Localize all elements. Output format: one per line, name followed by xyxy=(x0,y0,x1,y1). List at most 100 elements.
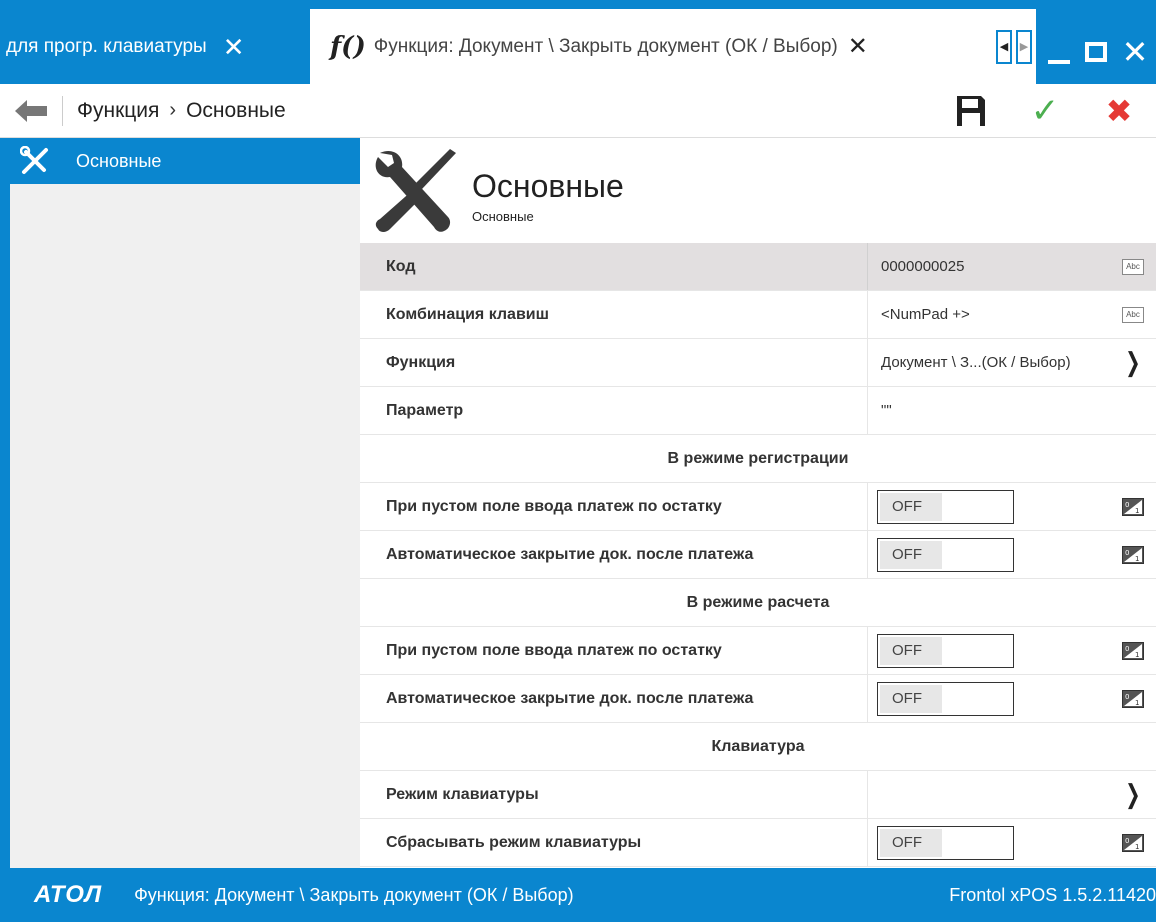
tab-keyboard[interactable]: для прогр. клавиатуры ✕ xyxy=(0,9,310,84)
row-function[interactable]: Функция Документ \ З...(ОК / Выбор) ❯ xyxy=(360,339,1156,387)
sidebar: Основные xyxy=(10,138,360,868)
row-divider xyxy=(867,675,868,722)
svg-text:0: 0 xyxy=(1125,645,1129,653)
toggle-type-icon: 01 xyxy=(1122,833,1144,852)
toolbar-divider xyxy=(62,95,63,126)
row-hotkey-value: <NumPad +> xyxy=(881,306,970,323)
row-divider xyxy=(867,243,868,290)
row-pay-auto-close-label: Автоматическое закрытие док. после плате… xyxy=(386,689,754,707)
row-param[interactable]: Параметр "" xyxy=(360,387,1156,435)
svg-text:1: 1 xyxy=(1135,699,1139,707)
toggle-type-icon: 01 xyxy=(1122,497,1144,516)
ok-button[interactable]: ✓ xyxy=(1008,84,1082,138)
row-hotkey[interactable]: Комбинация клавиш <NumPad +> Abc xyxy=(360,291,1156,339)
row-keyboard-mode[interactable]: Режим клавиатуры ❯ xyxy=(360,771,1156,819)
page-subtitle: Основные xyxy=(472,208,534,224)
tools-icon xyxy=(375,148,456,232)
toggle-type-icon: 01 xyxy=(1122,689,1144,708)
row-reg-empty-input: При пустом поле ввода платеж по остатку … xyxy=(360,483,1156,531)
section-payment-title: В режиме расчета xyxy=(360,579,1156,627)
row-divider xyxy=(867,339,868,386)
toggle-state: OFF xyxy=(880,540,942,569)
toggle-state: OFF xyxy=(880,492,942,521)
tab-keyboard-close-icon[interactable]: ✕ xyxy=(223,34,245,60)
floppy-disk-icon xyxy=(957,96,985,126)
svg-text:0: 0 xyxy=(1125,693,1129,701)
svg-text:0: 0 xyxy=(1125,501,1129,509)
cancel-button[interactable]: ✖ xyxy=(1082,84,1156,138)
chevron-right-icon[interactable]: ❯ xyxy=(1125,347,1140,378)
back-arrow-icon xyxy=(15,99,47,122)
toolbar-actions: ✓ ✖ xyxy=(934,84,1156,138)
row-pay-auto-close: Автоматическое закрытие док. после плате… xyxy=(360,675,1156,723)
main-panel: Основные Основные Код 0000000025 Abc Ком… xyxy=(360,138,1156,868)
row-code[interactable]: Код 0000000025 Abc xyxy=(360,243,1156,291)
row-divider xyxy=(867,627,868,674)
svg-text:0: 0 xyxy=(1125,549,1129,557)
svg-text:1: 1 xyxy=(1135,651,1139,659)
close-window-icon[interactable]: ✕ xyxy=(1122,36,1149,68)
toggle-type-icon: 01 xyxy=(1122,545,1144,564)
text-type-icon: Abc xyxy=(1122,258,1144,275)
atol-logo: АТОЛ xyxy=(34,881,103,908)
minimize-icon[interactable] xyxy=(1047,60,1070,64)
toggle-type-icon: 01 xyxy=(1122,641,1144,660)
toggle-state: OFF xyxy=(880,828,942,857)
toggle-state: OFF xyxy=(880,636,942,665)
toolbar: Функция › Основные ✓ ✖ xyxy=(0,84,1156,138)
save-button[interactable] xyxy=(934,84,1008,138)
toggle-pay-auto-close[interactable]: OFF xyxy=(877,681,1014,716)
chevron-right-icon[interactable]: ❯ xyxy=(1125,779,1140,810)
title-bar: для прогр. клавиатуры ✕ f() Функция: Док… xyxy=(0,0,1156,84)
app-version: Frontol xPOS 1.5.2.11420 xyxy=(949,884,1156,905)
row-keyboard-reset: Сбрасывать режим клавиатуры OFF 01 xyxy=(360,819,1156,867)
svg-text:1: 1 xyxy=(1135,555,1139,563)
breadcrumb-current: Основные xyxy=(186,98,286,122)
breadcrumb-chevron-icon: › xyxy=(169,99,177,121)
toggle-keyboard-reset[interactable]: OFF xyxy=(877,825,1014,860)
row-code-label: Код xyxy=(386,257,416,275)
row-pay-empty-input-label: При пустом поле ввода платеж по остатку xyxy=(386,641,722,659)
toggle-reg-auto-close[interactable]: OFF xyxy=(877,537,1014,572)
toggle-pay-empty-input[interactable]: OFF xyxy=(877,633,1014,668)
tab-keyboard-label: для прогр. клавиатуры xyxy=(6,35,207,57)
row-reg-auto-close-label: Автоматическое закрытие док. после плате… xyxy=(386,545,754,563)
row-divider xyxy=(867,483,868,530)
row-divider xyxy=(867,819,868,866)
row-keyboard-reset-label: Сбрасывать режим клавиатуры xyxy=(386,833,642,851)
toggle-reg-empty-input[interactable]: OFF xyxy=(877,489,1014,524)
row-function-value: Документ \ З...(ОК / Выбор) xyxy=(881,354,1071,371)
breadcrumb-root[interactable]: Функция xyxy=(77,99,159,123)
sidebar-item-main[interactable]: Основные xyxy=(10,138,360,184)
row-keyboard-mode-label: Режим клавиатуры xyxy=(386,785,539,803)
row-pay-empty-input: При пустом поле ввода платеж по остатку … xyxy=(360,627,1156,675)
svg-text:1: 1 xyxy=(1135,507,1139,515)
tab-scroll-right-icon[interactable]: ▶ xyxy=(1016,29,1032,64)
status-message: Функция: Документ \ Закрыть документ (ОК… xyxy=(134,884,574,905)
row-reg-auto-close: Автоматическое закрытие док. после плате… xyxy=(360,531,1156,579)
status-bar: АТОЛ Функция: Документ \ Закрыть докумен… xyxy=(0,868,1156,922)
page-title: Основные xyxy=(472,167,624,204)
row-reg-empty-input-label: При пустом поле ввода платеж по остатку xyxy=(386,497,722,515)
row-function-label: Функция xyxy=(386,353,456,371)
svg-text:1: 1 xyxy=(1135,843,1139,851)
tab-function-label: Функция: Документ \ Закрыть документ (ОК… xyxy=(373,35,838,57)
tab-function[interactable]: f() Функция: Документ \ Закрыть документ… xyxy=(310,9,992,84)
row-code-value: 0000000025 xyxy=(881,258,965,275)
sidebar-item-label: Основные xyxy=(76,150,162,171)
maximize-icon[interactable] xyxy=(1084,42,1107,62)
section-header: Основные Основные xyxy=(360,138,1156,243)
row-divider xyxy=(867,291,868,338)
section-keyboard-title: Клавиатура xyxy=(360,723,1156,771)
toggle-state: OFF xyxy=(880,684,942,713)
row-hotkey-label: Комбинация клавиш xyxy=(386,305,549,323)
row-param-label: Параметр xyxy=(386,401,464,419)
row-divider xyxy=(867,387,868,434)
row-divider xyxy=(867,531,868,578)
tab-scroll-left-icon[interactable]: ◀ xyxy=(996,29,1012,64)
row-param-value: "" xyxy=(881,402,892,419)
tools-icon xyxy=(18,146,52,176)
back-button[interactable] xyxy=(0,84,62,138)
tab-function-close-icon[interactable]: ✕ xyxy=(848,32,868,61)
function-icon: f() xyxy=(330,31,366,62)
